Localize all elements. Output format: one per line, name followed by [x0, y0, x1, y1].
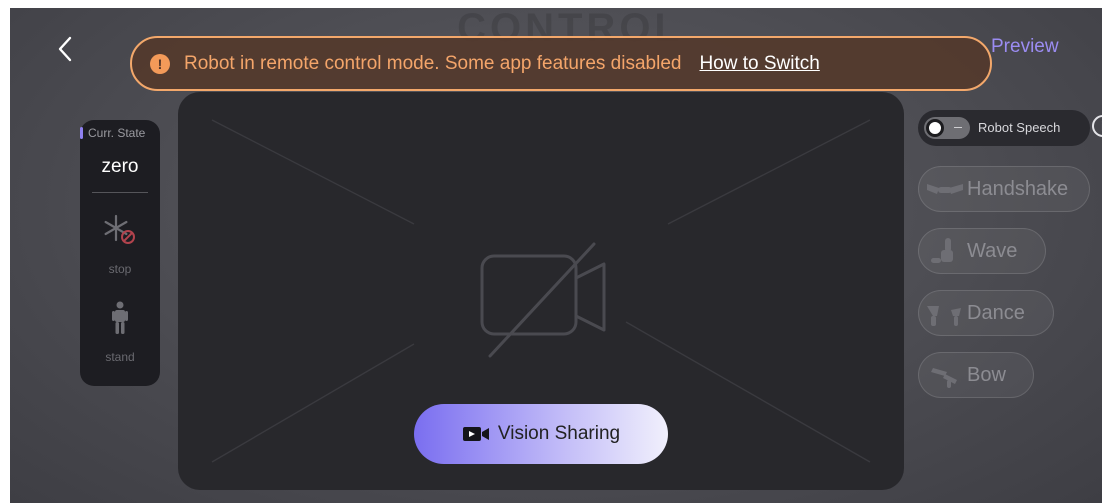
wave-label: Wave: [967, 239, 1018, 262]
stand-label: stand: [105, 350, 135, 364]
chevron-left-icon: [58, 36, 72, 62]
divider: [92, 192, 148, 193]
frozen-stop-icon: [104, 214, 135, 244]
dance-label: Dance: [967, 301, 1025, 324]
bow-icon: [931, 368, 957, 388]
wave-icon: [931, 238, 953, 263]
handshake-icon: [927, 184, 963, 194]
current-state-value: zero: [101, 156, 139, 177]
wave-button[interactable]: Wave: [918, 228, 1046, 274]
bow-label: Bow: [967, 363, 1006, 386]
toggle-switch[interactable]: [924, 117, 970, 139]
toggle-off-mark: [954, 127, 962, 128]
how-to-switch-link[interactable]: How to Switch: [699, 53, 819, 75]
stop-label: stop: [108, 262, 132, 276]
handshake-label: Handshake: [967, 177, 1069, 200]
toggle-knob: [926, 119, 944, 137]
app-screen: CONTROL Preview ! Robot in remote contro…: [10, 8, 1102, 503]
info-icon: !: [150, 53, 170, 74]
banner-message: Robot in remote control mode. Some app f…: [184, 52, 682, 74]
vision-sharing-button[interactable]: Vision Sharing: [414, 404, 668, 464]
preview-button[interactable]: Preview: [991, 36, 1059, 58]
remote-mode-banner: ! Robot in remote control mode. Some app…: [130, 36, 992, 91]
vision-sharing-label: Vision Sharing: [497, 423, 621, 444]
back-button[interactable]: [50, 34, 80, 64]
video-camera-icon: [462, 427, 489, 441]
current-state-label: Curr. State: [88, 126, 146, 140]
standing-figure-icon: [112, 301, 128, 334]
handshake-button[interactable]: Handshake: [918, 166, 1090, 212]
dance-icon: [927, 306, 961, 326]
bow-button[interactable]: Bow: [918, 352, 1034, 398]
robot-speech-label: Robot Speech: [978, 120, 1061, 135]
dance-button[interactable]: Dance: [918, 290, 1054, 336]
state-indicator-bar: [80, 127, 83, 139]
current-state-panel: Curr. State zero stop stand: [80, 120, 160, 386]
video-feed-panel: Vision Sharing: [178, 92, 904, 490]
info-icon[interactable]: i: [1092, 115, 1102, 137]
robot-speech-toggle[interactable]: Robot Speech: [918, 110, 1090, 146]
camera-off-icon: [480, 242, 606, 358]
